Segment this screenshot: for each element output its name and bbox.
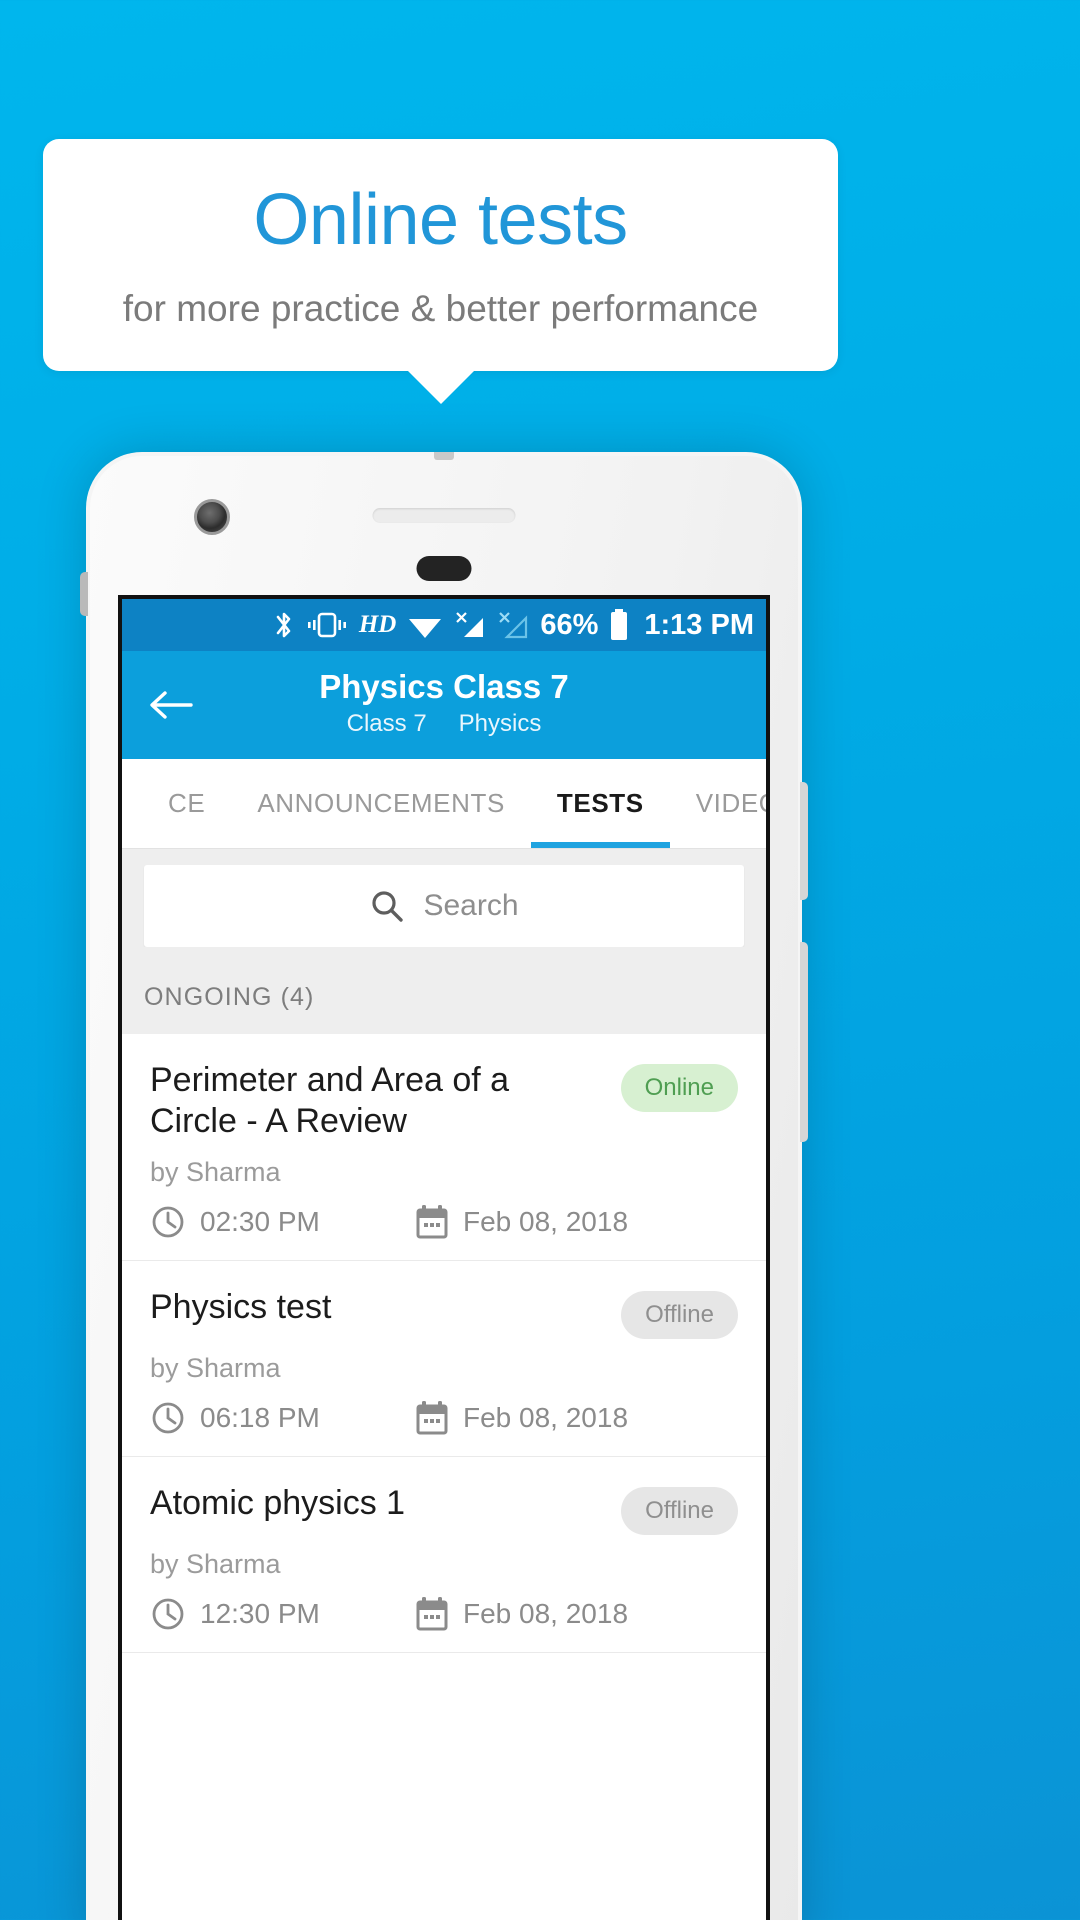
search-input[interactable]: Search (144, 865, 744, 947)
calendar-icon (415, 1596, 449, 1632)
test-date: Feb 08, 2018 (415, 1596, 628, 1632)
test-date-label: Feb 08, 2018 (463, 1597, 629, 1629)
battery-percent-label: 66% (540, 608, 599, 641)
search-placeholder: Search (423, 889, 519, 922)
signal-1-icon (454, 610, 486, 640)
breadcrumb: Class 7 Physics (347, 710, 542, 738)
signal-2-icon (497, 610, 529, 640)
status-badge: Offline (621, 1290, 738, 1339)
test-date: Feb 08, 2018 (415, 1400, 628, 1436)
wifi-icon (407, 611, 443, 639)
phone-top-notch (434, 452, 454, 460)
test-meta: 02:30 PM Feb 08, 2018 (150, 1204, 738, 1240)
promo-subtitle: for more practice & better performance (122, 287, 759, 329)
test-title: Physics test (150, 1287, 332, 1326)
left-side-button[interactable] (80, 572, 88, 616)
test-title: Perimeter and Area of a Circle - A Revie… (150, 1061, 510, 1141)
phone-mockup: HD 66% 1:13 PM Physics Class 7 Class 7 P… (80, 452, 808, 1920)
section-header-ongoing: ONGOING (4) (122, 947, 766, 1034)
test-author: by Sharma (150, 1548, 281, 1579)
volume-button[interactable] (800, 942, 808, 1142)
earpiece-speaker (372, 508, 516, 523)
tab-announcements[interactable]: ANNOUNCEMENTS (231, 759, 531, 848)
test-time-label: 12:30 PM (200, 1597, 320, 1629)
calendar-icon (415, 1400, 449, 1436)
breadcrumb-class: Class 7 (346, 709, 427, 737)
breadcrumb-subject: Physics (458, 709, 542, 737)
page-title: Physics Class 7 (319, 668, 569, 706)
table-row[interactable]: Atomic physics 1 Offline by Sharma 12:30… (122, 1457, 766, 1653)
test-time: 02:30 PM (150, 1204, 415, 1240)
test-card-header: Perimeter and Area of a Circle - A Revie… (150, 1060, 738, 1143)
status-badge: Offline (621, 1486, 738, 1535)
search-area: Search (122, 849, 766, 947)
tests-list: Perimeter and Area of a Circle - A Revie… (122, 1034, 766, 1653)
test-card-header: Atomic physics 1 Offline (150, 1483, 738, 1535)
tab-ce[interactable]: CE (142, 759, 231, 848)
tab-bar: CE ANNOUNCEMENTS TESTS VIDEOS (122, 759, 766, 849)
search-icon (369, 888, 405, 924)
front-camera-icon (194, 499, 230, 535)
promo-banner-body: Online tests for more practice & better … (43, 139, 838, 371)
clock-label: 1:13 PM (644, 608, 754, 641)
test-card-header: Physics test Offline (150, 1287, 738, 1339)
proximity-sensor (416, 556, 472, 581)
clock-icon (150, 1596, 186, 1632)
status-badge: Online (620, 1064, 738, 1112)
hd-icon: HD (358, 611, 397, 638)
test-date: Feb 08, 2018 (415, 1204, 628, 1240)
test-meta: 12:30 PM Feb 08, 2018 (150, 1596, 738, 1632)
tab-tests[interactable]: TESTS (530, 759, 670, 848)
tab-videos[interactable]: VIDEOS (670, 759, 766, 848)
bluetooth-icon (273, 610, 295, 640)
power-button[interactable] (800, 782, 808, 900)
vibrate-icon (306, 610, 348, 640)
test-title: Atomic physics 1 (150, 1483, 406, 1522)
test-date-label: Feb 08, 2018 (463, 1401, 629, 1433)
calendar-icon (415, 1204, 449, 1240)
table-row[interactable]: Physics test Offline by Sharma 06:18 PM (122, 1261, 766, 1457)
clock-icon (150, 1400, 186, 1436)
test-time-label: 02:30 PM (200, 1205, 320, 1237)
speech-bubble-tail (406, 369, 475, 404)
test-time: 06:18 PM (150, 1400, 415, 1436)
app-bar: Physics Class 7 Class 7 Physics (122, 651, 766, 759)
clock-icon (150, 1204, 186, 1240)
test-date-label: Feb 08, 2018 (463, 1205, 629, 1237)
test-time: 12:30 PM (150, 1596, 415, 1632)
phone-screen: HD 66% 1:13 PM Physics Class 7 Class 7 P… (118, 595, 770, 1920)
back-arrow-icon[interactable] (146, 680, 196, 730)
promo-banner: Online tests for more practice & better … (43, 139, 838, 404)
table-row[interactable]: Perimeter and Area of a Circle - A Revie… (122, 1034, 766, 1261)
test-meta: 06:18 PM Feb 08, 2018 (150, 1400, 738, 1436)
status-bar: HD 66% 1:13 PM (122, 599, 766, 651)
battery-icon (609, 609, 629, 641)
promo-title: Online tests (253, 180, 628, 260)
test-author: by Sharma (150, 1156, 281, 1187)
test-author: by Sharma (150, 1352, 281, 1383)
test-time-label: 06:18 PM (200, 1401, 320, 1433)
